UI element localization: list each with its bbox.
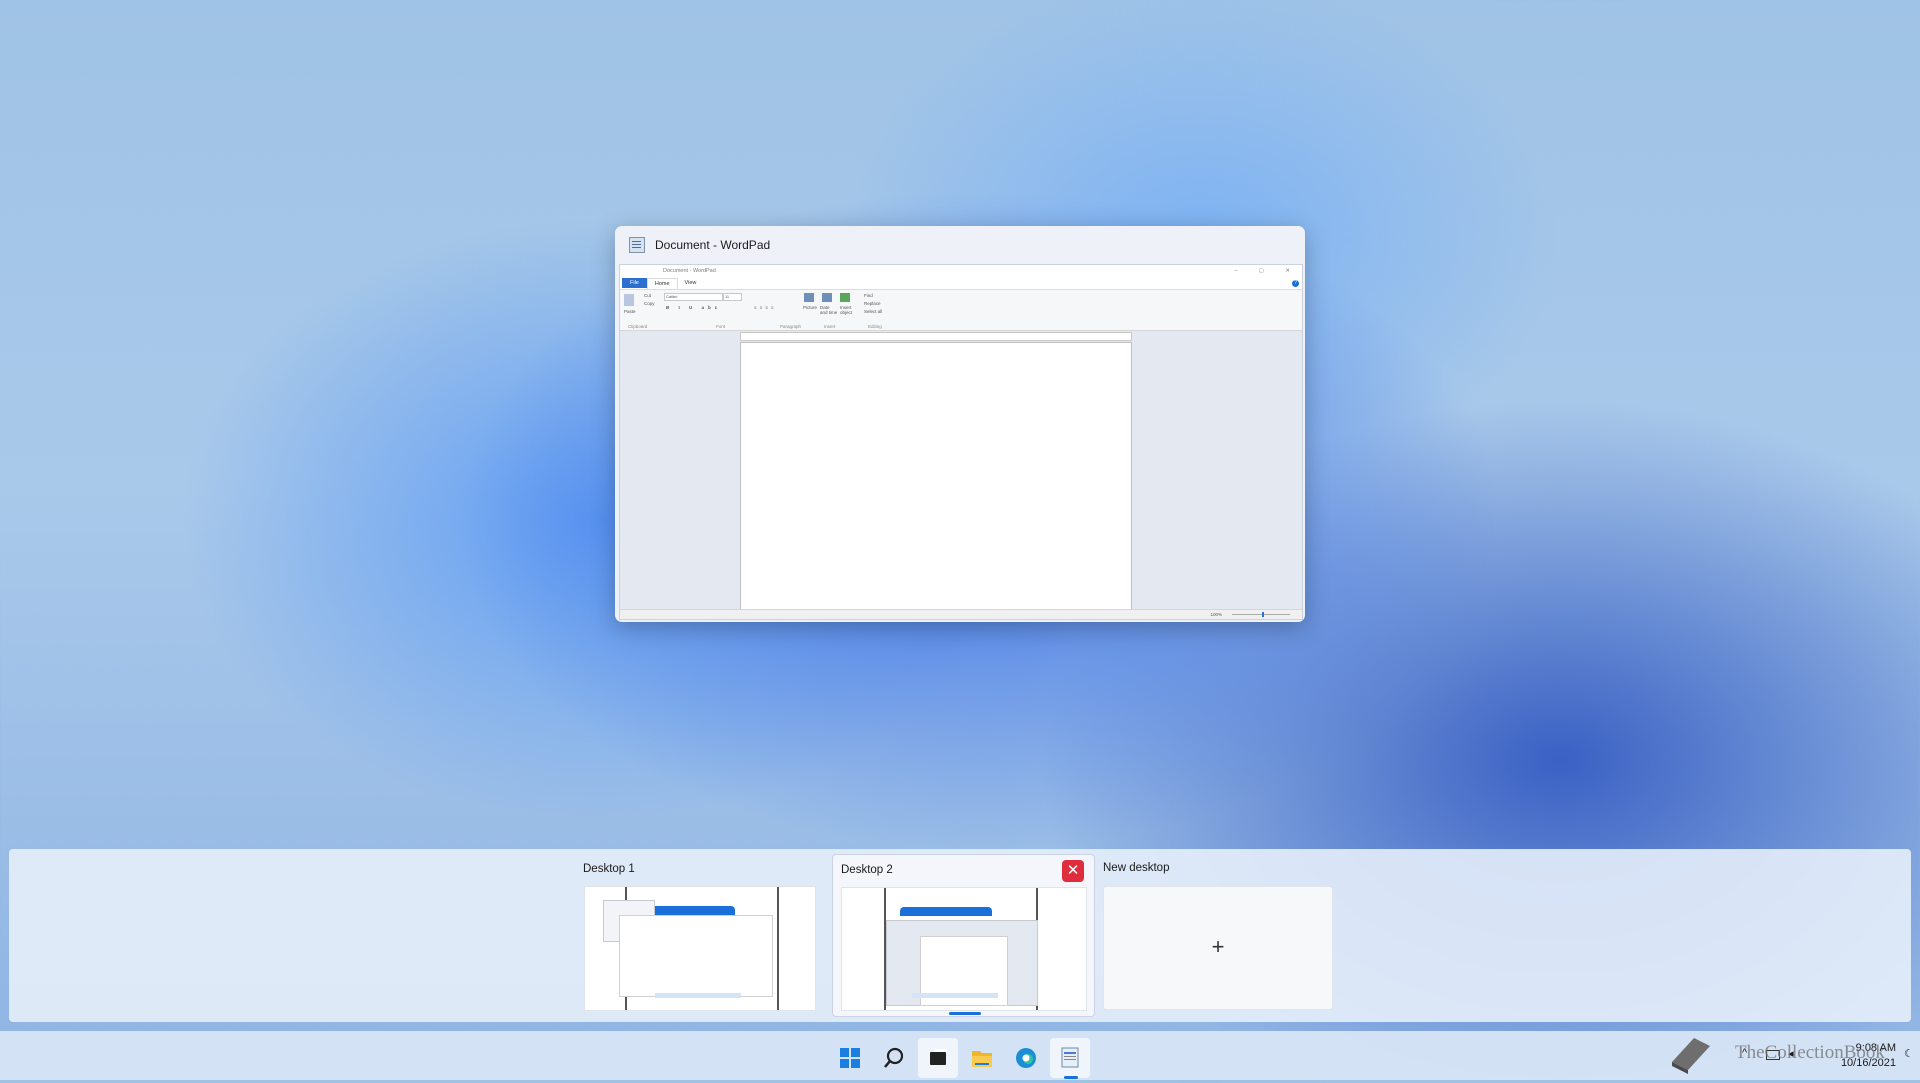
window-title-bar[interactable]: Document - WordPad (615, 226, 1305, 264)
date-time-label: Date and time (820, 305, 838, 315)
picture-label: Picture (803, 305, 818, 310)
status-bar: 100% (620, 609, 1302, 619)
font-name-box: Calibri (664, 293, 723, 301)
font-size-box: 11 (723, 293, 742, 301)
tab-home: Home (646, 277, 678, 289)
zoom-level: 100% (1210, 612, 1222, 617)
start-icon (840, 1048, 860, 1068)
zoom-slider-thumb (1262, 612, 1264, 617)
new-desktop-button[interactable]: + (1103, 886, 1333, 1010)
wordpad-icon (629, 237, 645, 253)
desktop-1-label: Desktop 1 (583, 863, 635, 875)
desktop-2-thumbnail (841, 887, 1087, 1011)
new-desktop-label: New desktop (1103, 862, 1170, 874)
file-explorer-icon (972, 1051, 992, 1067)
help-icon: ? (1292, 279, 1299, 287)
font-format-buttons: B I U abc (666, 305, 722, 310)
window-controls: – ▢ ✕ (1234, 268, 1300, 274)
document-page (740, 342, 1132, 612)
insert-object-icon (840, 293, 850, 302)
window-title: Document - WordPad (655, 238, 771, 252)
desktop-2-card[interactable]: Desktop 2 ✕ (832, 854, 1095, 1017)
search-icon (884, 1047, 904, 1068)
task-view-icon (930, 1049, 947, 1065)
cut-label: Cut (644, 293, 652, 298)
plus-icon: + (1211, 934, 1225, 959)
date-time-icon (822, 293, 832, 302)
select-all-label: Select all (864, 309, 883, 314)
paste-icon (624, 294, 634, 306)
running-indicator (1064, 1076, 1078, 1079)
insert-object-label: Insert object (840, 305, 853, 315)
wordpad-icon (1061, 1047, 1079, 1068)
ribbon-tabs: File Home View ? (620, 277, 1302, 290)
edge-icon (1016, 1048, 1036, 1068)
group-editing: Editing (868, 324, 882, 329)
ribbon: Paste Cut Copy Calibri 11 B I U abc ≡≡≡≡… (620, 290, 1302, 331)
qat-title: Document - WordPad (663, 268, 716, 274)
document-area (620, 331, 1302, 612)
ruler (740, 332, 1132, 341)
desktop-2-label: Desktop 2 (841, 864, 893, 876)
picture-icon (804, 293, 814, 302)
book-logo-icon (1672, 1038, 1710, 1074)
desktop-1-thumbnail[interactable] (584, 886, 816, 1011)
start-button[interactable] (830, 1038, 870, 1078)
paste-label: Paste (624, 309, 636, 314)
tab-view: View (684, 280, 697, 286)
task-view-desktops: Desktop 1 Desktop 2 ✕ New desktop + (9, 849, 1911, 1022)
group-font: Font (716, 324, 726, 329)
task-view-button[interactable] (918, 1038, 958, 1078)
group-paragraph: Paragraph (780, 324, 802, 329)
replace-label: Replace (864, 301, 881, 306)
find-label: Find (864, 293, 873, 298)
mini-page (619, 915, 773, 997)
zoom-slider (1232, 614, 1290, 615)
wordpad-taskbar-button[interactable] (1050, 1038, 1090, 1079)
taskbar: ^ ◂ 9:08 AM 10/16/2021 ☾ (0, 1031, 1920, 1080)
search-button[interactable] (874, 1038, 914, 1078)
quick-access-toolbar: Document - WordPad – ▢ ✕ (620, 265, 1302, 277)
notification-icon[interactable]: ☾ (1904, 1047, 1916, 1060)
align-buttons: ≡≡≡≡ (754, 305, 777, 310)
group-insert: Insert (824, 324, 836, 329)
copy-label: Copy (644, 301, 655, 306)
current-desktop-indicator (949, 1012, 981, 1015)
edge-button[interactable] (1006, 1038, 1046, 1078)
wordpad-app-thumbnail: Document - WordPad – ▢ ✕ File Home View … (619, 264, 1303, 620)
window-preview[interactable]: Document - WordPad Document - WordPad – … (615, 226, 1305, 622)
watermark-text: TheCollectionBook (1735, 1042, 1885, 1063)
group-clipboard: Clipboard (628, 324, 648, 329)
close-icon[interactable]: ✕ (1062, 860, 1084, 882)
tab-file: File (622, 278, 647, 288)
file-explorer-button[interactable] (962, 1038, 1002, 1078)
